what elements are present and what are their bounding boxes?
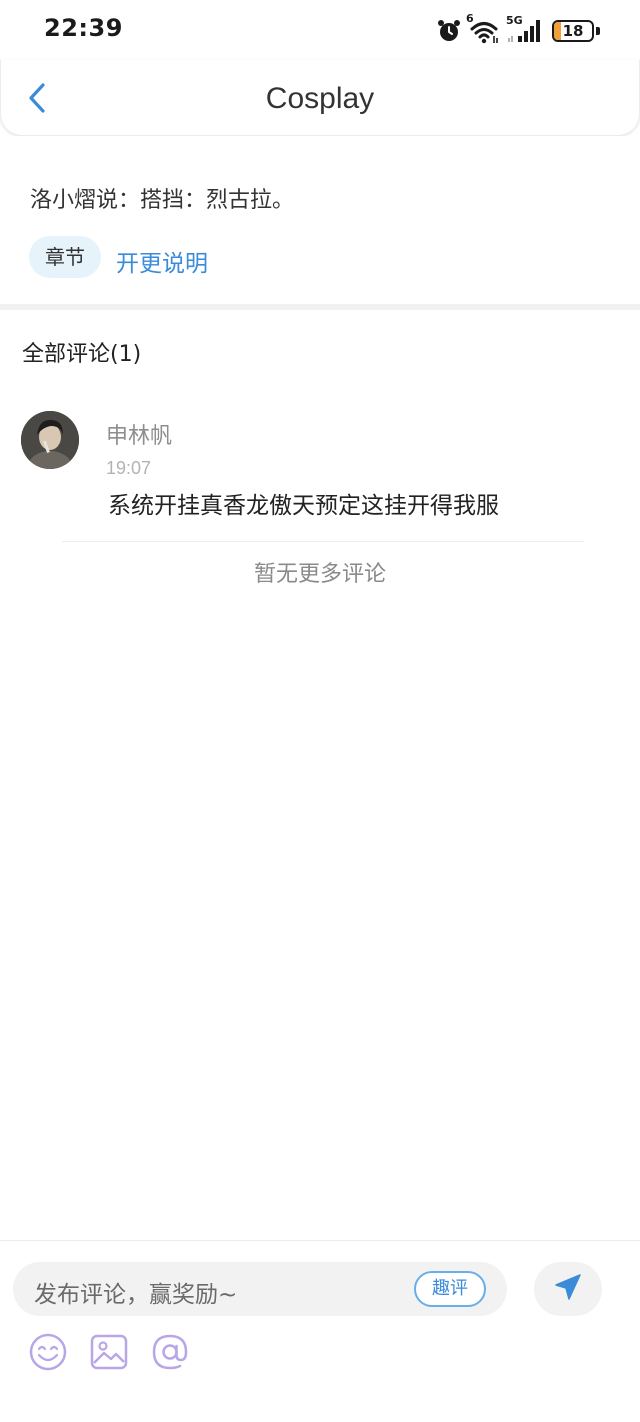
wifi-badge: 6 bbox=[466, 12, 474, 25]
network-label: 5G bbox=[506, 14, 523, 27]
send-button[interactable] bbox=[534, 1262, 602, 1316]
battery-icon: 18 bbox=[552, 20, 594, 42]
status-time: 22:39 bbox=[44, 14, 123, 42]
comment-time: 19:07 bbox=[106, 458, 152, 478]
section-divider bbox=[0, 304, 640, 310]
status-icons: 6 5G 18 bbox=[436, 12, 600, 48]
alarm-icon bbox=[436, 18, 462, 44]
battery-cap bbox=[596, 27, 600, 35]
page-title: Cosplay bbox=[265, 82, 375, 115]
intro-section: 洛小熠说：搭挡：烈古拉。 章节 开更说明 bbox=[0, 136, 640, 304]
intro-text: 洛小熠说：搭挡：烈古拉。 bbox=[30, 188, 295, 213]
composer-tools bbox=[27, 1331, 191, 1375]
comment-text: 系统开挂真香龙傲天预定这挂开得我服 bbox=[108, 493, 499, 519]
avatar[interactable] bbox=[21, 411, 79, 469]
fun-review-button[interactable]: 趣评 bbox=[414, 1271, 486, 1307]
mention-icon[interactable] bbox=[149, 1331, 191, 1373]
cellular-signal-icon: 5G bbox=[506, 14, 542, 44]
comment-user[interactable]: 申林帆 bbox=[106, 418, 172, 450]
wifi-icon: 6 bbox=[466, 12, 500, 44]
battery-level: 18 bbox=[562, 22, 584, 40]
chapter-link[interactable]: 开更说明 bbox=[116, 244, 208, 278]
emoji-icon[interactable] bbox=[27, 1331, 69, 1373]
image-icon[interactable] bbox=[88, 1331, 130, 1373]
no-more-comments: 暂无更多评论 bbox=[253, 562, 386, 587]
comment-input[interactable]: 发布评论，赢奖励~ 趣评 bbox=[13, 1262, 507, 1316]
status-bar: 22:39 6 5G 18 bbox=[0, 0, 640, 60]
comments-heading: 全部评论(1) bbox=[22, 342, 142, 367]
header: Cosplay bbox=[0, 60, 640, 136]
comment-input-placeholder: 发布评论，赢奖励~ bbox=[34, 1282, 238, 1308]
send-icon bbox=[553, 1272, 583, 1306]
comment-item: 申林帆 19:07 系统开挂真香龙傲天预定这挂开得我服 bbox=[0, 400, 640, 530]
chapter-tag: 章节 bbox=[29, 236, 101, 278]
comment-divider bbox=[62, 541, 584, 542]
composer-bar: 发布评论，赢奖励~ 趣评 bbox=[0, 1240, 640, 1422]
